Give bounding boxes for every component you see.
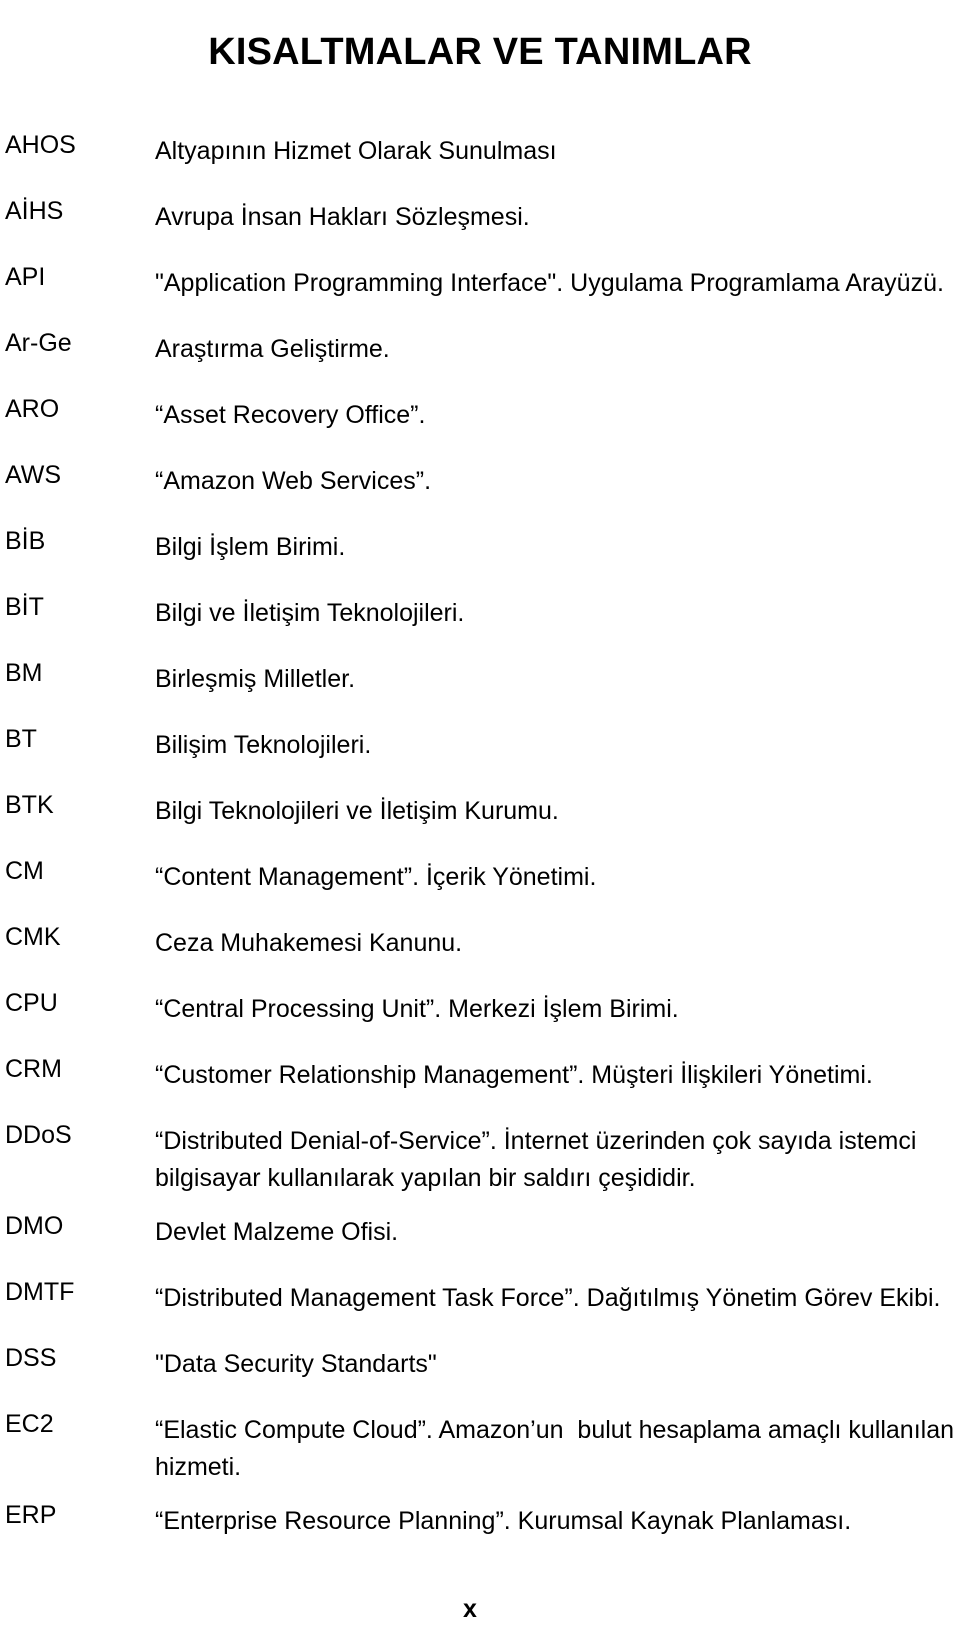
abbreviation-term: BM [5, 659, 43, 687]
abbreviation-term: BİT [5, 593, 44, 621]
glossary-entry: Ar-Ge Araştırma Geliştirme. [0, 331, 960, 368]
abbreviation-definition: "Application Programming Interface". Uyg… [155, 269, 944, 297]
glossary-entry: DSS "Data Security Standarts" [0, 1346, 960, 1383]
glossary-entry: CM “Content Management”. İçerik Yönetimi. [0, 859, 960, 896]
glossary-entry: API "Application Programming Interface". … [0, 265, 960, 302]
abbreviation-definition: Bilişim Teknolojileri. [155, 731, 372, 759]
abbreviation-definition: Altyapının Hizmet Olarak Sunulması [155, 137, 557, 165]
abbreviation-term: BT [5, 725, 37, 753]
abbreviation-definition: Bilgi ve İletişim Teknolojileri. [155, 599, 465, 627]
abbreviation-term: AHOS [5, 131, 76, 159]
abbreviation-definition: “Enterprise Resource Planning”. Kurumsal… [155, 1507, 852, 1535]
abbreviation-definition: Birleşmiş Milletler. [155, 665, 356, 693]
glossary-list: AHOS Altyapının Hizmet Olarak Sunulması Aİ… [0, 133, 960, 1569]
abbreviation-term: CRM [5, 1055, 62, 1083]
glossary-entry: DMTF “Distributed Management Task Force”.… [0, 1280, 960, 1317]
glossary-entry: AHOS Altyapının Hizmet Olarak Sunulması [0, 133, 960, 170]
abbreviation-term: DDoS [5, 1121, 72, 1149]
glossary-entry: AWS “Amazon Web Services”. [0, 463, 960, 500]
abbreviation-definition: Bilgi Teknolojileri ve İletişim Kurumu. [155, 797, 559, 825]
abbreviation-term: AWS [5, 461, 62, 489]
abbreviation-term: CMK [5, 923, 61, 951]
abbreviation-term: ERP [5, 1501, 57, 1529]
abbreviation-term: BİB [5, 527, 46, 555]
glossary-entry: DDoS “Distributed Denial-of-Service”. İnt… [0, 1123, 960, 1197]
abbreviation-term: CM [5, 857, 44, 885]
glossary-entry: CPU “Central Processing Unit”. Merkezi İş… [0, 991, 960, 1028]
glossary-entry: EC2 “Elastic Compute Cloud”. Amazon’un bu… [0, 1412, 960, 1486]
abbreviation-definition: "Data Security Standarts" [155, 1350, 437, 1378]
glossary-entry: BİB Bilgi İşlem Birimi. [0, 529, 960, 566]
abbreviation-term: AİHS [5, 197, 64, 225]
abbreviation-term: BTK [5, 791, 54, 819]
abbreviation-definition: “Distributed Denial-of-Service”. İnterne… [155, 1127, 924, 1192]
glossary-entry: AİHS Avrupa İnsan Hakları Sözleşmesi. [0, 199, 960, 236]
glossary-entry: ERP “Enterprise Resource Planning”. Kurum… [0, 1503, 960, 1540]
page-number: x [463, 1595, 477, 1623]
abbreviation-definition: “Content Management”. İçerik Yönetimi. [155, 863, 597, 891]
page-title: KISALTMALAR VE TANIMLAR [208, 31, 752, 74]
abbreviation-definition: Araştırma Geliştirme. [155, 335, 390, 363]
abbreviation-definition: Avrupa İnsan Hakları Sözleşmesi. [155, 203, 530, 231]
glossary-entry: CRM “Customer Relationship Management”. M… [0, 1057, 960, 1094]
glossary-entry: BİT Bilgi ve İletişim Teknolojileri. [0, 595, 960, 632]
glossary-entry: BTK Bilgi Teknolojileri ve İletişim Kurum… [0, 793, 960, 830]
glossary-entry: ARO “Asset Recovery Office”. [0, 397, 960, 434]
abbreviation-definition: “Customer Relationship Management”. Müşt… [155, 1061, 873, 1089]
abbreviation-term: Ar-Ge [5, 329, 72, 357]
abbreviation-definition: Bilgi İşlem Birimi. [155, 533, 346, 561]
abbreviation-term: DSS [5, 1344, 57, 1372]
abbreviation-definition: Devlet Malzeme Ofisi. [155, 1218, 399, 1246]
abbreviation-definition: “Central Processing Unit”. Merkezi İşlem… [155, 995, 679, 1023]
abbreviation-term: DMO [5, 1212, 64, 1240]
document-page: KISALTMALAR VE TANIMLAR AHOS Altyapının H… [0, 0, 960, 1651]
abbreviation-term: API [5, 263, 46, 291]
glossary-entry: DMO Devlet Malzeme Ofisi. [0, 1214, 960, 1251]
abbreviation-definition: “Elastic Compute Cloud”. Amazon’un bulut… [155, 1416, 955, 1481]
abbreviation-term: DMTF [5, 1278, 75, 1306]
abbreviation-definition: “Asset Recovery Office”. [155, 401, 426, 429]
abbreviation-definition: Ceza Muhakemesi Kanunu. [155, 929, 463, 957]
abbreviation-definition: “Distributed Management Task Force”. Dağ… [155, 1284, 941, 1312]
abbreviation-term: ARO [5, 395, 60, 423]
glossary-entry: BT Bilişim Teknolojileri. [0, 727, 960, 764]
abbreviation-term: EC2 [5, 1410, 54, 1438]
glossary-entry: CMK Ceza Muhakemesi Kanunu. [0, 925, 960, 962]
abbreviation-term: CPU [5, 989, 58, 1017]
glossary-entry: BM Birleşmiş Milletler. [0, 661, 960, 698]
abbreviation-definition: “Amazon Web Services”. [155, 467, 432, 495]
